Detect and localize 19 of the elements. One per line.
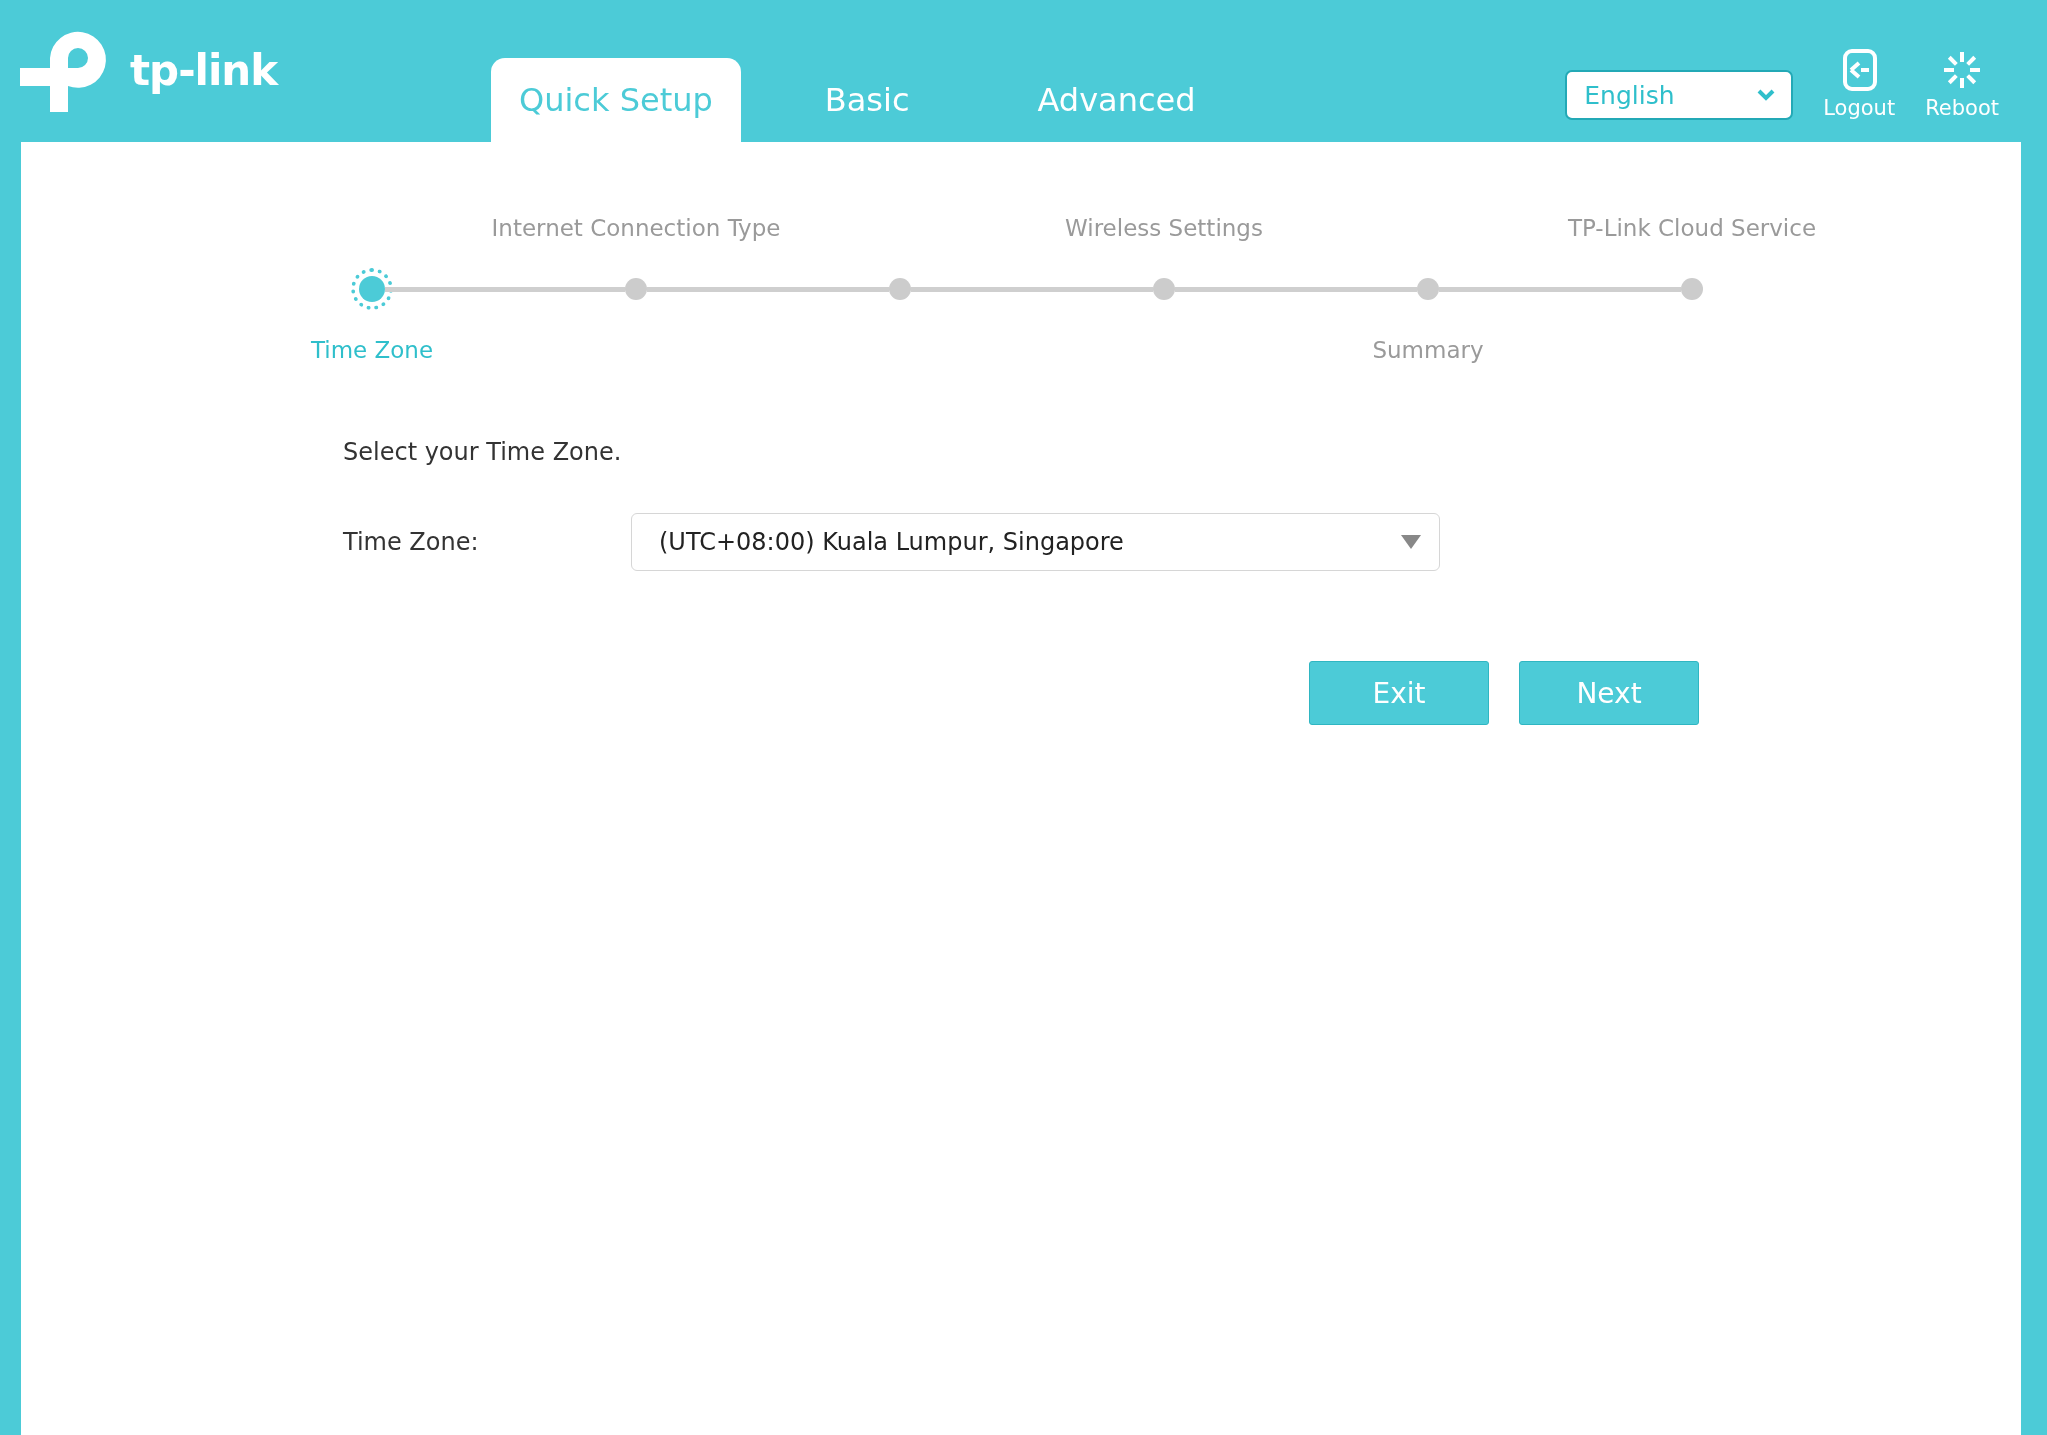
step-label: TP-Link Cloud Service xyxy=(1567,214,1817,243)
instruction-text: Select your Time Zone. xyxy=(343,438,623,466)
chevron-down-icon xyxy=(1757,89,1776,101)
nav-tab[interactable]: Basic xyxy=(780,58,954,142)
language-select[interactable]: English xyxy=(1565,70,1794,120)
logout-button[interactable]: Logout xyxy=(1823,48,1896,120)
caret-down-icon xyxy=(1401,535,1421,549)
step-label: Wireless Settings xyxy=(1065,214,1263,243)
exit-button[interactable]: Exit xyxy=(1309,661,1489,725)
logo-text: tp-link xyxy=(130,45,278,95)
nav-tab[interactable]: Quick Setup xyxy=(491,58,741,142)
time-zone-select[interactable]: (UTC+08:00) Kuala Lumpur, Singapore xyxy=(631,513,1440,571)
step-label: Internet Connection Type xyxy=(491,214,781,243)
nav-tab[interactable]: Advanced xyxy=(993,58,1240,142)
step-label: Summary xyxy=(1372,336,1484,365)
next-button[interactable]: Next xyxy=(1519,661,1699,725)
reboot-button[interactable]: Reboot xyxy=(1925,48,1999,120)
field-label: Time Zone: xyxy=(343,528,480,556)
step-label: Time Zone xyxy=(310,336,434,365)
